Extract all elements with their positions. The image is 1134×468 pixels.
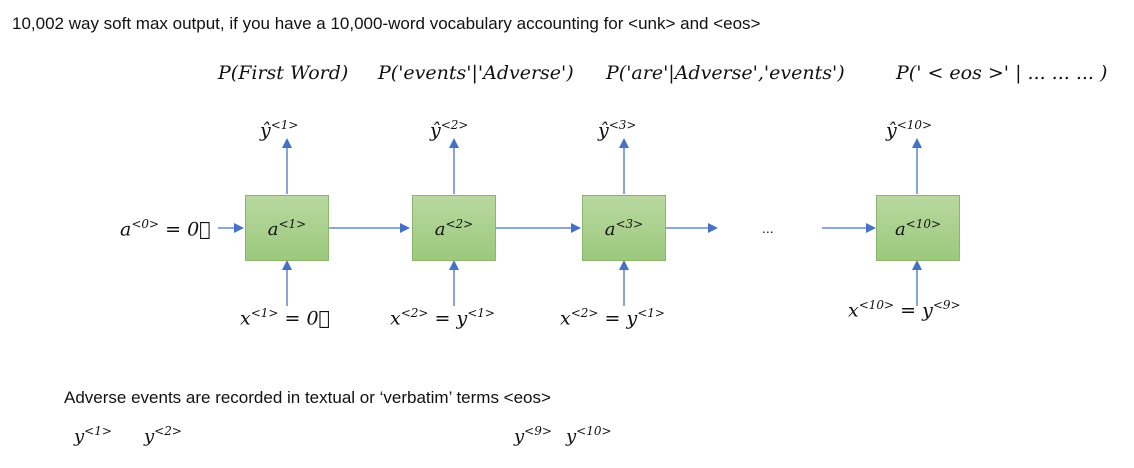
input-label-3: x<2> = y<1> bbox=[560, 306, 665, 330]
rnn-cell-2: a<2> bbox=[412, 195, 496, 261]
rnn-cell-1: a<1> bbox=[245, 195, 329, 261]
target-label-1: y<1> bbox=[74, 424, 112, 447]
input-label-2: x<2> = y<1> bbox=[390, 306, 495, 330]
rnn-cell-1-label: a<1> bbox=[267, 216, 307, 240]
rnn-cell-3-label: a<3> bbox=[604, 216, 644, 240]
example-sentence: Adverse events are recorded in textual o… bbox=[64, 388, 551, 407]
rnn-cell-10: a<10> bbox=[876, 195, 960, 261]
rnn-cell-10-label: a<10> bbox=[894, 216, 942, 240]
rnn-cell-2-label: a<2> bbox=[434, 216, 474, 240]
rnn-cell-3: a<3> bbox=[582, 195, 666, 261]
ellipsis: ... bbox=[762, 220, 774, 236]
target-label-9: y<9> bbox=[514, 424, 552, 447]
input-label-1: x<1> = 0⃗ bbox=[240, 306, 330, 330]
input-label-10: x<10> = y<9> bbox=[848, 298, 961, 322]
target-label-2: y<2> bbox=[144, 424, 182, 447]
target-label-10: y<10> bbox=[566, 424, 612, 447]
initial-state-label: a<0> = 0⃗ bbox=[120, 217, 211, 241]
